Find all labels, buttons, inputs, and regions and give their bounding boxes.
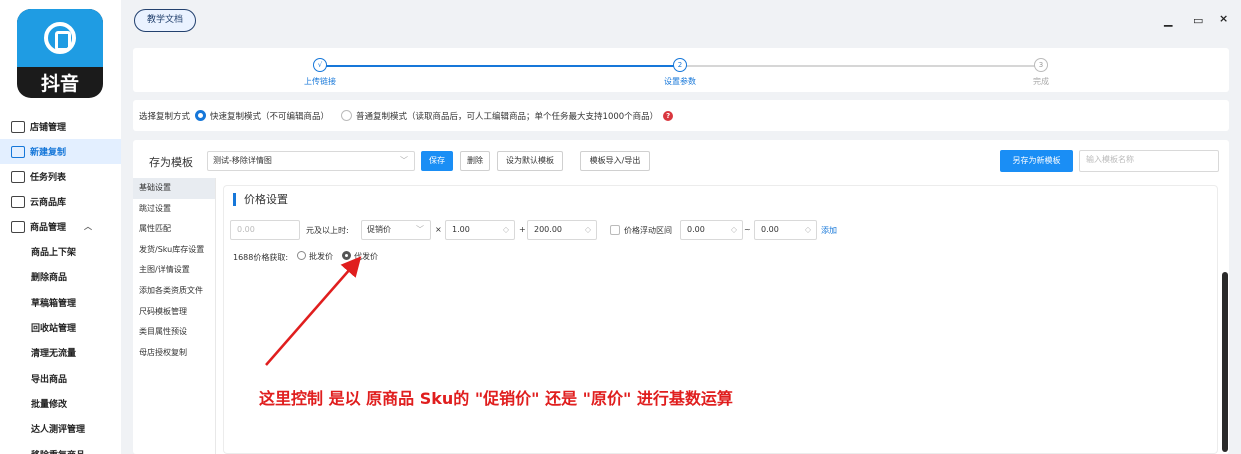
- subnav-item[interactable]: 跳过设置: [133, 199, 215, 220]
- new-copy-icon: [11, 145, 25, 158]
- top-bar: 教学文档 ▁ ▭ ×: [121, 0, 1241, 44]
- sidebar-item-cloud-library[interactable]: 云商品库: [0, 189, 121, 214]
- sidebar: 抖音 店铺管理 新建复制 任务列表 云商品库 商品管理 ︿ 商品上下架 删除商品 …: [0, 0, 121, 454]
- chevron-up-icon[interactable]: ︿: [84, 221, 92, 232]
- progress-steps: √ 2 3 上传链接 设置参数 完成: [133, 48, 1229, 92]
- sidebar-item-store[interactable]: 店铺管理: [0, 114, 121, 139]
- step-line-done: [325, 65, 681, 67]
- step-1-label: 上传链接: [304, 77, 336, 86]
- wholesale-radio[interactable]: 批发价: [297, 251, 333, 262]
- save-as-new-button[interactable]: 另存为新模板: [1000, 150, 1073, 172]
- set-default-button[interactable]: 设为默认模板: [497, 151, 563, 171]
- sidebar-sub-item[interactable]: 批量修改: [0, 391, 121, 416]
- sidebar-nav: 店铺管理 新建复制 任务列表 云商品库 商品管理 ︿ 商品上下架 删除商品 草稿箱…: [0, 114, 121, 454]
- step-1-icon: √: [313, 58, 327, 72]
- step-3-label: 完成: [1033, 77, 1049, 86]
- sidebar-sub-item[interactable]: 草稿箱管理: [0, 290, 121, 315]
- chevron-down-icon: ﹀: [416, 225, 424, 234]
- save-button[interactable]: 保存: [421, 151, 453, 171]
- subnav-item[interactable]: 基础设置: [133, 178, 215, 199]
- fast-mode-label[interactable]: 快速复制模式（不可编辑商品）: [210, 110, 329, 122]
- stepper-icon[interactable]: ◇: [503, 221, 509, 239]
- sidebar-sub-item[interactable]: 达人测评管理: [0, 416, 121, 441]
- plus-sign: +: [519, 225, 526, 234]
- maximize-icon[interactable]: ▭: [1193, 14, 1203, 27]
- douyin-logo: 抖音: [17, 9, 103, 98]
- annotation-text: 这里控制 是以 原商品 Sku的 "促销价" 还是 "原价" 进行基数运算: [259, 389, 733, 408]
- sidebar-sub-item[interactable]: 删除商品: [0, 264, 121, 289]
- subnav-item[interactable]: 主图/详情设置: [133, 260, 215, 281]
- product-manage-icon: [11, 220, 25, 233]
- close-icon[interactable]: ×: [1219, 12, 1228, 25]
- subnav-item[interactable]: 母店授权复制: [133, 343, 215, 364]
- price-threshold-input[interactable]: 0.00: [230, 220, 300, 240]
- float-range-label: 价格浮动区间: [624, 226, 672, 235]
- stepper-icon[interactable]: ◇: [805, 221, 811, 239]
- fast-mode-radio[interactable]: [195, 110, 207, 121]
- template-name-input[interactable]: 输入模板名称: [1079, 150, 1219, 172]
- subnav-item[interactable]: 属性匹配: [133, 219, 215, 240]
- step-2-icon: 2: [673, 58, 687, 72]
- logo-text: 抖音: [40, 73, 79, 95]
- normal-mode-label[interactable]: 普通复制模式（读取商品后，可人工编辑商品；单个任务最大支持1000个商品）: [356, 110, 658, 122]
- sidebar-item-product-manage[interactable]: 商品管理 ︿: [0, 214, 121, 239]
- sidebar-item-new-copy[interactable]: 新建复制: [0, 139, 121, 164]
- wholesale-radio-icon[interactable]: [297, 251, 306, 260]
- copy-mode-label: 选择复制方式: [139, 111, 191, 122]
- addend-input[interactable]: 200.00 ◇: [527, 220, 597, 240]
- stepper-icon[interactable]: ◇: [731, 221, 737, 239]
- times-sign: ×: [435, 225, 442, 234]
- chevron-down-icon: ﹀: [400, 156, 408, 165]
- sidebar-sub-item[interactable]: 移除重复商品: [0, 441, 121, 454]
- subnav-divider: [215, 178, 216, 454]
- sidebar-sub-item[interactable]: 商品上下架: [0, 239, 121, 264]
- float-range-checkbox[interactable]: [610, 225, 620, 235]
- subnav-item[interactable]: 添加各类资质文件: [133, 281, 215, 302]
- subnav-item[interactable]: 类目属性预设: [133, 322, 215, 343]
- delete-button[interactable]: 删除: [460, 151, 490, 171]
- store-icon: [11, 120, 25, 133]
- price-type-select[interactable]: 促销价 ﹀: [361, 220, 431, 240]
- sidebar-sub-item[interactable]: 导出商品: [0, 365, 121, 390]
- sidebar-sub-item[interactable]: 回收站管理: [0, 315, 121, 340]
- price-section-title: 价格设置: [233, 193, 288, 206]
- float-max-input[interactable]: 0.00 ◇: [754, 220, 817, 240]
- template-label: 存为模板: [149, 156, 193, 169]
- add-link[interactable]: 添加: [821, 225, 837, 236]
- subnav-item[interactable]: 发货/Sku库存设置: [133, 240, 215, 261]
- copy-mode-bar: 选择复制方式 快速复制模式（不可编辑商品） 普通复制模式（读取商品后，可人工编辑…: [133, 100, 1229, 131]
- dropship-radio[interactable]: 代发价: [342, 251, 378, 262]
- tutorial-doc-button[interactable]: 教学文档: [134, 9, 196, 32]
- sidebar-item-task-list[interactable]: 任务列表: [0, 164, 121, 189]
- task-list-icon: [11, 170, 25, 183]
- dropship-radio-icon[interactable]: [342, 251, 351, 260]
- minimize-icon[interactable]: ▁: [1164, 14, 1172, 27]
- stepper-icon[interactable]: ◇: [585, 221, 591, 239]
- settings-subnav: 基础设置 跳过设置 属性匹配 发货/Sku库存设置 主图/详情设置 添加各类资质…: [133, 178, 215, 363]
- step-2-label: 设置参数: [664, 77, 696, 86]
- float-min-input[interactable]: 0.00 ◇: [680, 220, 743, 240]
- normal-mode-radio[interactable]: [341, 110, 353, 121]
- help-icon[interactable]: ?: [663, 110, 674, 121]
- template-select[interactable]: 测试-移除详情图 ﹀: [207, 151, 415, 171]
- sidebar-sub-item[interactable]: 清理无流量: [0, 340, 121, 365]
- import-export-button[interactable]: 模板导入/导出: [580, 151, 650, 171]
- cloud-library-icon: [11, 195, 25, 208]
- tilde-sign: ~: [744, 225, 751, 234]
- threshold-suffix-label: 元及以上时:: [306, 226, 349, 235]
- scrollbar[interactable]: [1222, 272, 1228, 452]
- subnav-item[interactable]: 尺码模板管理: [133, 302, 215, 323]
- coin-icon: [44, 22, 76, 54]
- step-3-icon: 3: [1034, 58, 1048, 72]
- price-source-label: 1688价格获取:: [233, 253, 289, 262]
- multiplier-input[interactable]: 1.00 ◇: [445, 220, 515, 240]
- step-line-pending: [685, 65, 1041, 67]
